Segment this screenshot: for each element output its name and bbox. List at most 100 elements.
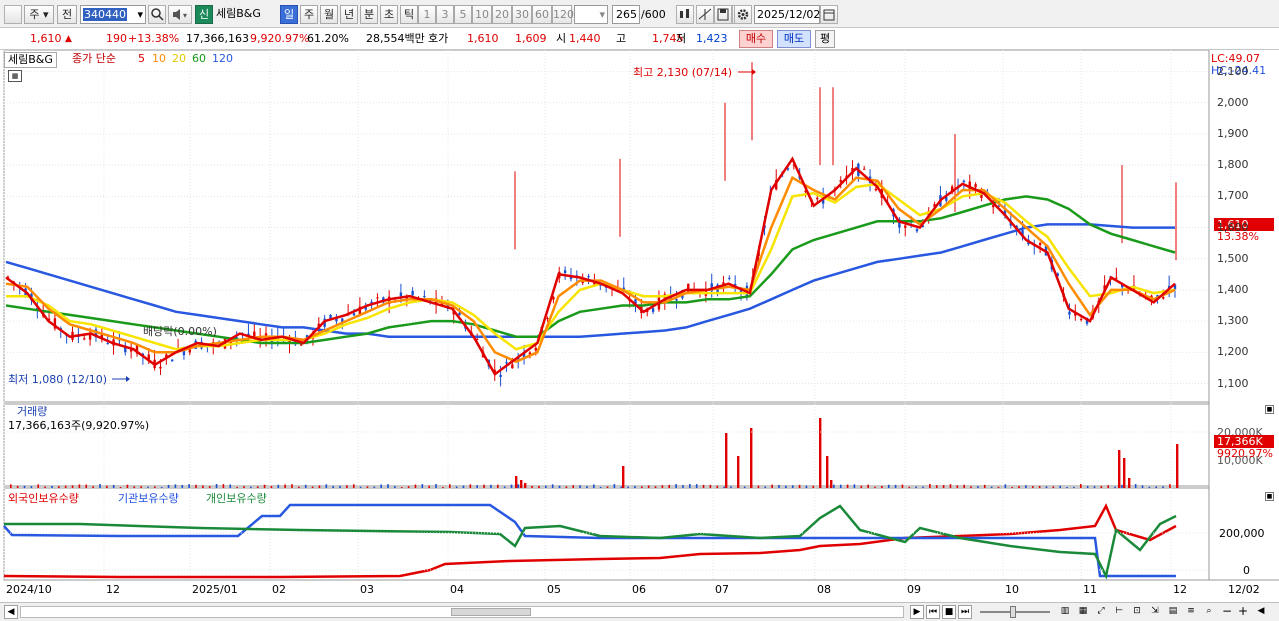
prev-button[interactable]: 전 [57, 5, 77, 24]
volume-bar [757, 485, 760, 488]
x-tick: 11 [1083, 583, 1097, 596]
zoom-out-icon[interactable]: − [1220, 605, 1234, 619]
zoom-icon[interactable]: ⌕ [1202, 605, 1216, 619]
list-icon[interactable]: ≡ [1184, 605, 1198, 619]
legend-ma20[interactable]: 20 [172, 52, 186, 66]
volume-bar [421, 484, 424, 488]
tab-year[interactable]: 년 [340, 5, 358, 24]
volume-current-pct: 9920.97% [1217, 447, 1273, 460]
volume-bar [606, 486, 609, 488]
min-20[interactable]: 20 [492, 5, 512, 24]
code-input[interactable]: 340440 ▾ [80, 5, 146, 24]
legend-inst[interactable]: 기관보유수량 [118, 492, 179, 506]
calendar-icon[interactable] [820, 5, 838, 24]
volume-bar [1118, 450, 1121, 488]
min-1[interactable]: 1 [418, 5, 436, 24]
pan-icon[interactable]: ⤢ [1094, 605, 1108, 619]
volume-bar [922, 486, 924, 488]
volume-bar [106, 485, 108, 488]
measure-icon[interactable]: ⊢ [1112, 605, 1126, 619]
tab-day[interactable]: 일 [280, 5, 298, 24]
volume-bar [1093, 486, 1096, 488]
volume-bar [894, 484, 897, 488]
candle-body [83, 338, 86, 340]
volume-bar [1123, 458, 1126, 488]
zoom-in-icon[interactable]: + [1236, 605, 1250, 619]
count-input[interactable]: 265 [612, 5, 640, 24]
volume-bar [51, 485, 53, 488]
volume-bar [208, 486, 211, 488]
min-5[interactable]: 5 [454, 5, 472, 24]
crosshair-icon[interactable] [696, 5, 714, 24]
legend-ma120[interactable]: 120 [212, 52, 233, 66]
min-120[interactable]: 120 [552, 5, 574, 24]
volume-bar [887, 484, 890, 488]
min-10[interactable]: 10 [472, 5, 492, 24]
scroll-right-icon[interactable]: ▶ [910, 605, 924, 619]
scroll-left-icon[interactable]: ◀ [4, 605, 18, 619]
zoom-handle[interactable] [1010, 606, 1016, 618]
low-value: 1,423 [696, 32, 728, 45]
grid-icon[interactable]: ▦ [1076, 605, 1090, 619]
tab-tick[interactable]: 틱 [400, 5, 418, 24]
volume-bar [641, 486, 643, 488]
tab-second[interactable]: 초 [380, 5, 398, 24]
volume-bar [1004, 484, 1007, 488]
min-30[interactable]: 30 [512, 5, 532, 24]
date-input[interactable]: 2025/12/02 [754, 5, 820, 24]
scrollbar-thumb[interactable] [451, 608, 531, 616]
layout-icon[interactable]: ▥ [1058, 605, 1072, 619]
legend-ma5[interactable]: 5 [138, 52, 145, 66]
volume-bar [469, 484, 472, 488]
stop-icon[interactable]: ■ [942, 605, 956, 619]
candle-type-icon[interactable] [676, 5, 694, 24]
volume-bar [215, 484, 218, 488]
collapse-icon[interactable]: ◀ [1254, 605, 1268, 619]
tab-month[interactable]: 월 [320, 5, 338, 24]
volume-bar [682, 485, 684, 488]
search-icon[interactable] [148, 5, 166, 24]
scrollbar-track[interactable] [20, 606, 904, 618]
window-icon[interactable] [4, 5, 22, 24]
min-60[interactable]: 60 [532, 5, 552, 24]
volume-bar [764, 486, 767, 488]
tab-minute[interactable]: 분 [360, 5, 378, 24]
volume-bar [394, 486, 396, 488]
select-icon[interactable]: ⊡ [1130, 605, 1144, 619]
volume-bar [725, 433, 728, 488]
legend-ma10[interactable]: 10 [152, 52, 166, 66]
zoom-slider[interactable] [980, 606, 1050, 618]
legend-stock-name[interactable]: 세림B&G [4, 52, 57, 68]
sell-button[interactable]: 매도 [777, 30, 811, 48]
volume-bar [30, 486, 33, 488]
first-icon[interactable]: ⏮ [926, 605, 940, 619]
speaker-icon[interactable]: ▾ [168, 5, 192, 24]
last-icon[interactable]: ⏭ [958, 605, 972, 619]
period-dropdown[interactable]: 주 ▾ [24, 5, 54, 24]
candle-body [974, 184, 977, 188]
legend-indiv[interactable]: 개인보유수량 [206, 492, 267, 506]
candle-body [376, 297, 379, 299]
volume-bar [346, 485, 348, 488]
holding-close-icon[interactable]: ■ [1265, 492, 1274, 501]
volume-bar [304, 484, 307, 488]
buy-button[interactable]: 매수 [739, 30, 773, 48]
legend-ma60[interactable]: 60 [192, 52, 206, 66]
eval-button[interactable]: 평 [815, 30, 835, 48]
min-3[interactable]: 3 [436, 5, 454, 24]
export-icon[interactable]: ⇲ [1148, 605, 1162, 619]
x-tick: 2025/01 [192, 583, 238, 596]
volume-close-icon[interactable]: ■ [1265, 405, 1274, 414]
save-icon[interactable] [714, 5, 732, 24]
chart-icon[interactable]: ▤ [1166, 605, 1180, 619]
legend-foreign[interactable]: 외국인보유수량 [8, 492, 79, 506]
volume-bar [846, 484, 849, 488]
gear-icon[interactable] [734, 5, 752, 24]
volume-bar [1059, 485, 1061, 488]
x-tick: 12 [106, 583, 120, 596]
x-tick: 09 [907, 583, 921, 596]
ask-value: 1,610 [467, 32, 499, 45]
table-icon[interactable]: ▦ [8, 70, 22, 82]
tab-week[interactable]: 주 [300, 5, 318, 24]
minute-select[interactable]: ▾ [574, 5, 608, 24]
